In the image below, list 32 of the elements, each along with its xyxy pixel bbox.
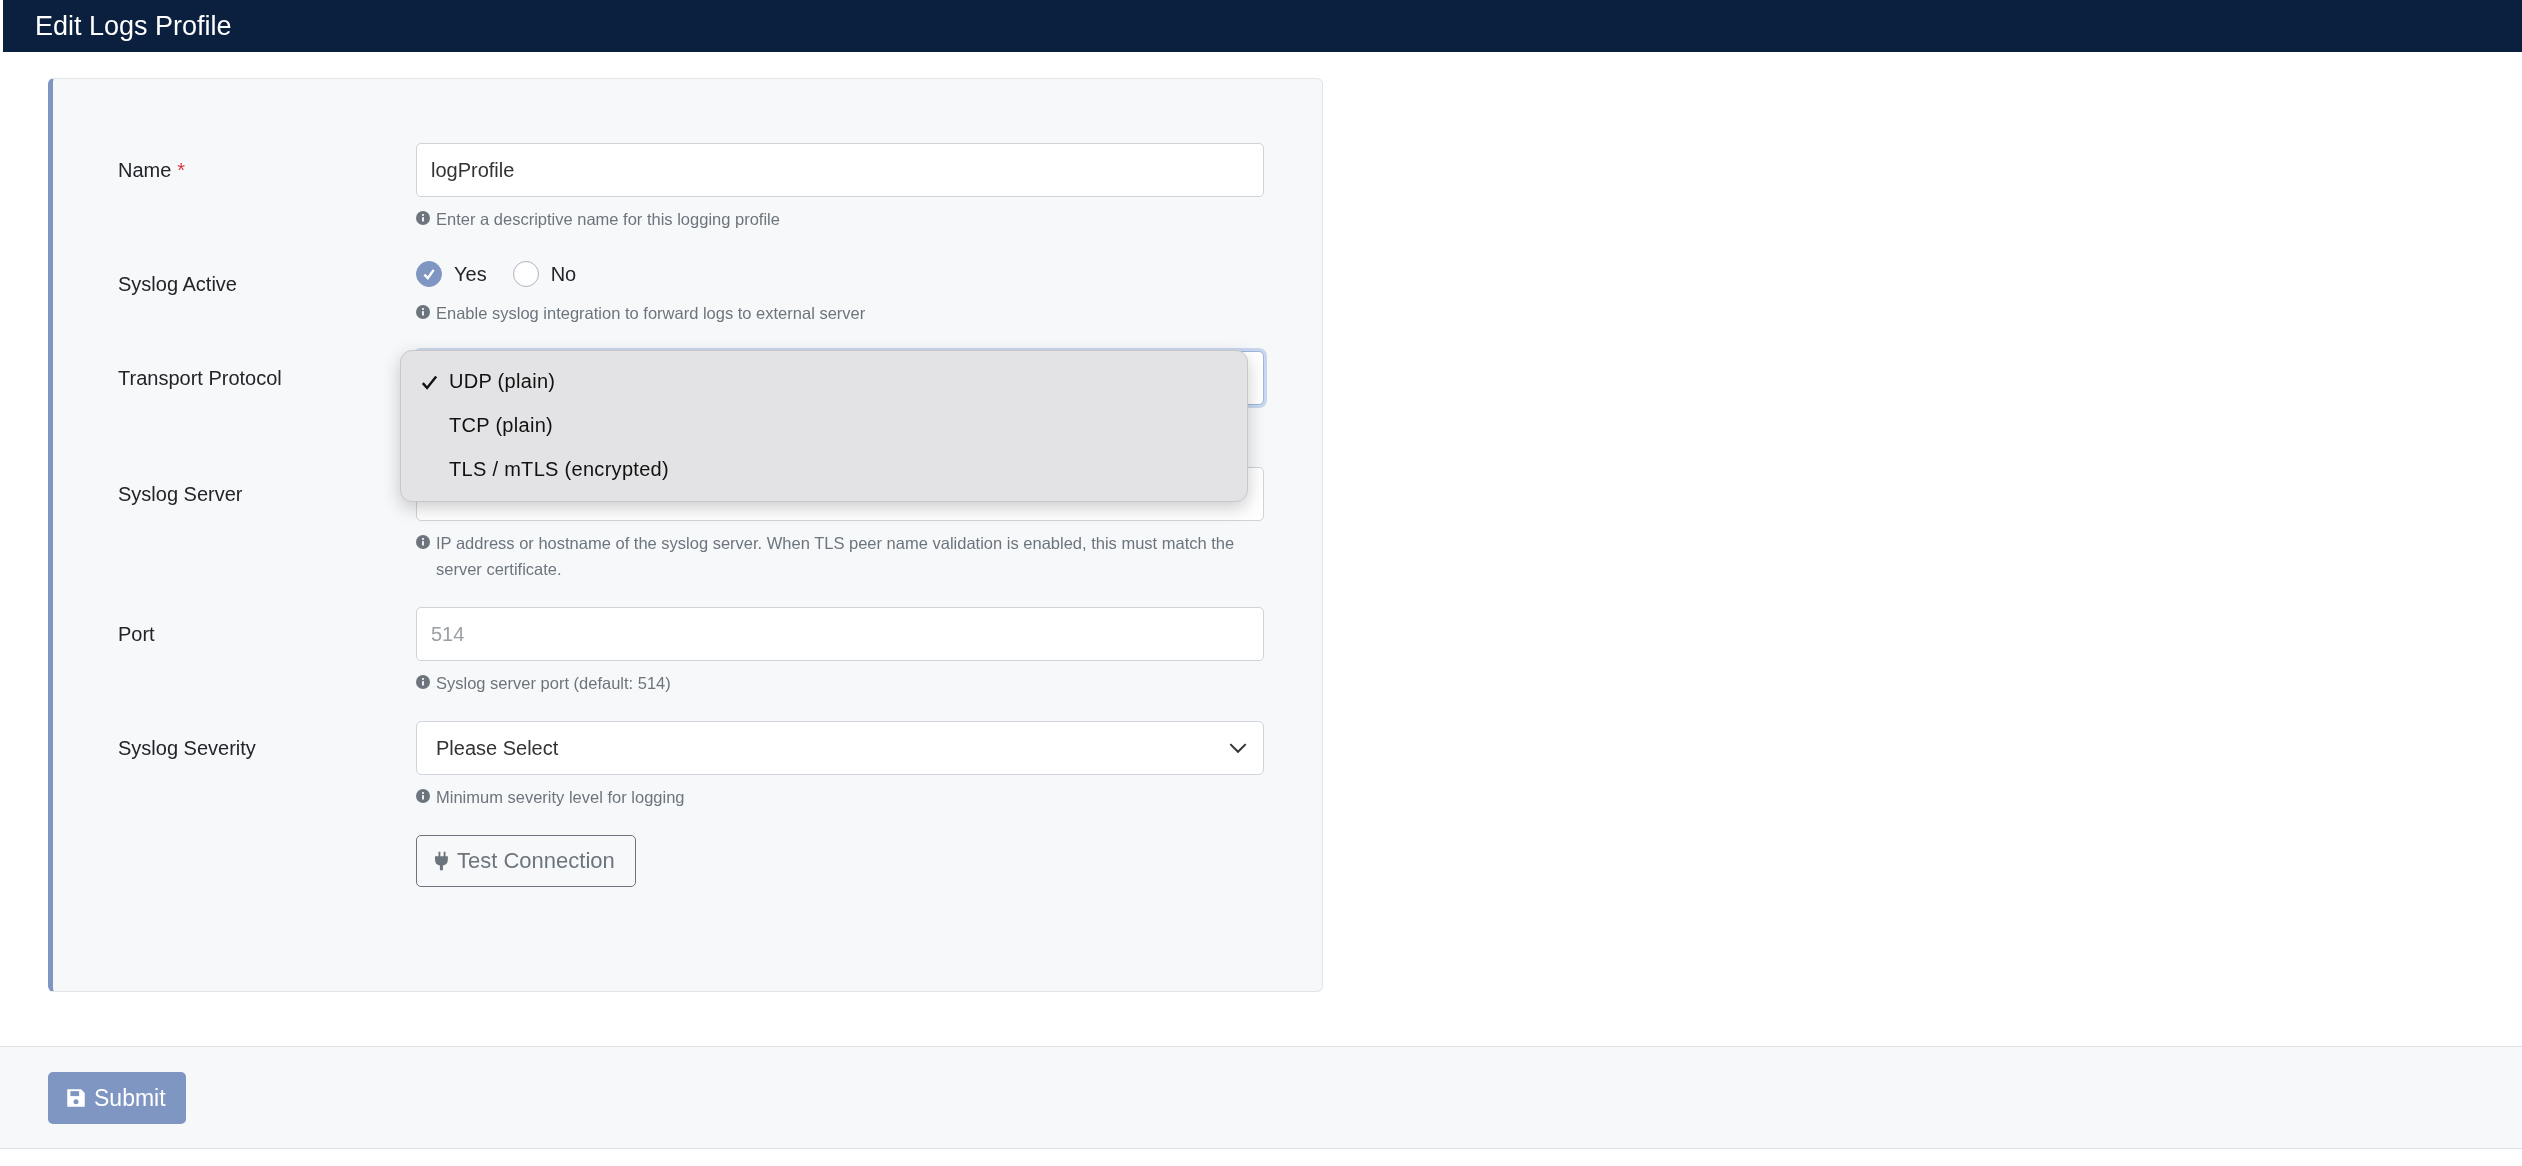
menu-option[interactable]: UDP (plain)	[401, 359, 1247, 403]
radio-button[interactable]	[416, 261, 442, 287]
help-text: IP address or hostname of the syslog server. When TLS peer name validation is enabled, this must match the server certificate.	[436, 533, 1236, 580]
page-title: Edit Logs Profile	[35, 10, 232, 42]
text-field[interactable]: 514	[416, 607, 1264, 661]
select-field[interactable]: Please Select	[416, 721, 1264, 775]
info-icon	[416, 535, 430, 549]
info-icon	[416, 789, 430, 803]
text-field[interactable]: logProfile	[416, 143, 1264, 197]
radio-option[interactable]: No	[512, 261, 577, 287]
field-label: Syslog Server	[118, 483, 243, 506]
help-text: Syslog server port (default: 514)	[436, 673, 671, 694]
info-icon	[416, 305, 430, 319]
help-text: Minimum severity level for logging	[436, 787, 685, 808]
menu-option[interactable]: TLS / mTLS (encrypted)	[401, 447, 1247, 491]
info-icon	[416, 211, 430, 225]
field-label: Port	[118, 623, 155, 646]
chevron-icon	[1229, 742, 1247, 754]
field-label: Syslog Severity	[118, 737, 256, 760]
help-text: Enable syslog integration to forward logs to external server	[436, 303, 866, 324]
help-text: Enter a descriptive name for this logging profile	[436, 209, 780, 230]
info-icon	[416, 675, 430, 689]
field-label: Syslog Active	[118, 273, 237, 296]
checkmark-icon	[422, 267, 436, 281]
field-label: Transport Protocol	[118, 367, 282, 390]
plug-icon	[435, 851, 449, 871]
radio-option[interactable]: Yes	[416, 261, 487, 287]
radio-button[interactable]	[512, 261, 539, 287]
field-label: Name	[118, 159, 172, 182]
required-mark: *	[177, 159, 186, 182]
test-connection-button[interactable]: Test Connection	[416, 835, 636, 887]
menu-option[interactable]: TCP (plain)	[401, 403, 1247, 447]
